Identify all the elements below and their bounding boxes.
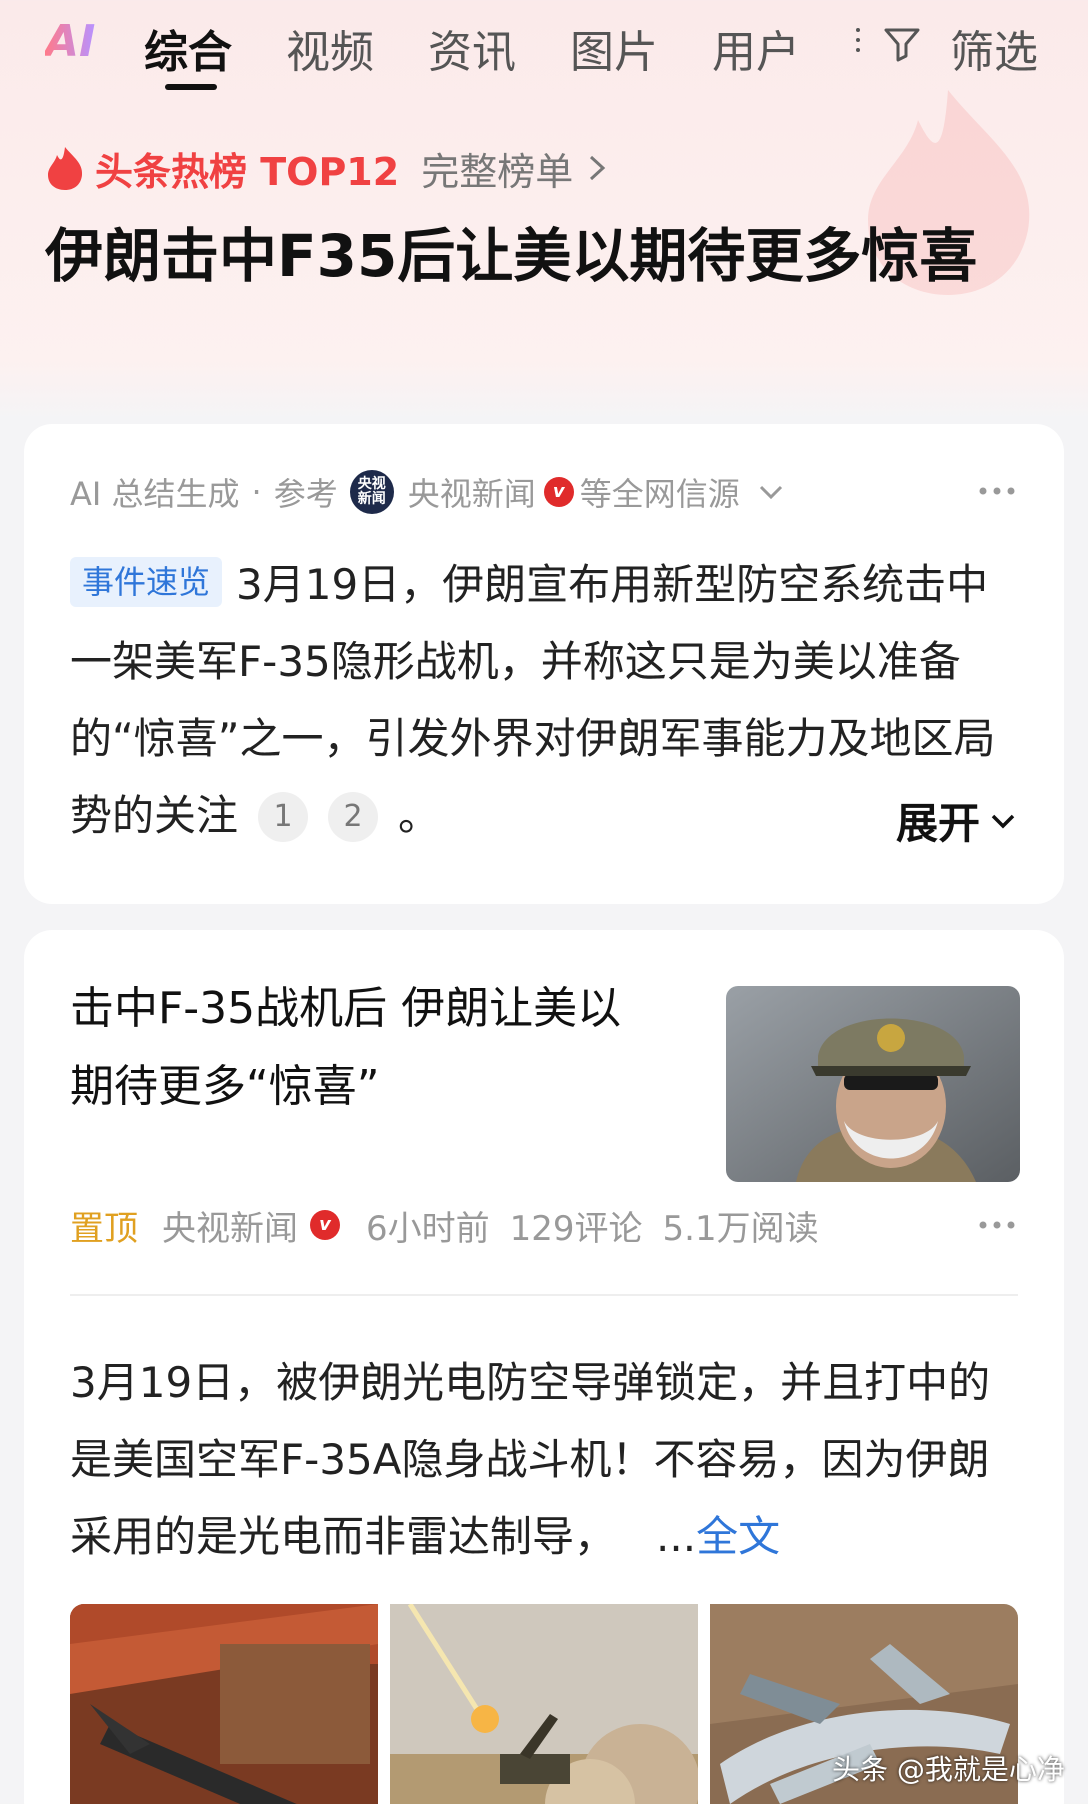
event-overview-tag: 事件速览 bbox=[70, 557, 223, 607]
article-photo-2[interactable] bbox=[390, 1604, 698, 1804]
reference-label: 参考 bbox=[273, 475, 338, 513]
article-time: 6小时前 bbox=[366, 1208, 490, 1249]
watermark: 头条 @我就是心净 bbox=[832, 1753, 1065, 1786]
filter-button[interactable]: 筛选 bbox=[950, 16, 1038, 80]
article-card[interactable]: 击中F-35战机后 伊朗让美以期待更多“惊喜” 置顶 央视新闻 v 6小时前 1… bbox=[24, 930, 1064, 1804]
article-title[interactable]: 击中F-35战机后 伊朗让美以期待更多“惊喜” bbox=[70, 970, 650, 1126]
hot-list-label: 头条热榜 TOP12 bbox=[95, 149, 400, 194]
chevron-right-icon bbox=[590, 155, 606, 181]
full-text-link[interactable]: 全文 bbox=[696, 1512, 780, 1561]
article-photo-1[interactable] bbox=[70, 1604, 378, 1804]
ai-generated-label: AI 总结生成 bbox=[70, 475, 240, 513]
tab-news[interactable]: 资讯 bbox=[428, 16, 516, 80]
ai-summary-meta: AI 总结生成 · 参考 央视 新闻 央视新闻 v 等全网信源 bbox=[70, 470, 784, 514]
ai-summary-card: AI 总结生成 · 参考 央视 新闻 央视新闻 v 等全网信源 事件速览 3月19日… bbox=[24, 424, 1064, 904]
missile-display-image bbox=[70, 1604, 378, 1804]
divider bbox=[70, 1294, 1018, 1296]
chevron-down-icon[interactable] bbox=[758, 483, 784, 501]
more-options-icon[interactable] bbox=[978, 486, 1016, 496]
article-body-text: 3月19日，被伊朗光电防空导弹锁定，并且打中的是美国空军F-35A隐身战斗机！不… bbox=[70, 1358, 991, 1561]
tab-users[interactable]: 用户 bbox=[712, 16, 800, 80]
summary-text: 事件速览 3月19日，伊朗宣布用新型防空系统击中一架美军F-35隐形战机，并称这只… bbox=[70, 546, 1030, 854]
chevron-down-icon bbox=[991, 814, 1015, 828]
article-source[interactable]: 央视新闻 bbox=[162, 1201, 298, 1250]
flame-icon bbox=[48, 147, 83, 190]
expand-label: 展开 bbox=[895, 799, 980, 848]
reference-badge-1[interactable]: 1 bbox=[258, 792, 309, 842]
body-ellipsis: ... bbox=[656, 1512, 697, 1561]
tab-video[interactable]: 视频 bbox=[286, 16, 374, 80]
verified-icon: v bbox=[310, 1210, 340, 1240]
source-suffix[interactable]: 等全网信源 bbox=[580, 469, 740, 515]
article-thumbnail[interactable] bbox=[726, 986, 1020, 1182]
reference-badge-2[interactable]: 2 bbox=[328, 792, 379, 842]
more-options-icon[interactable] bbox=[978, 1220, 1016, 1230]
general-portrait-image bbox=[726, 986, 1020, 1182]
active-tab-indicator bbox=[165, 84, 217, 90]
full-list-link[interactable]: 完整榜单 bbox=[421, 141, 573, 196]
cctv-news-logo: 央视 新闻 bbox=[349, 470, 394, 514]
filter-icon[interactable] bbox=[882, 24, 922, 64]
page-title: 伊朗击中F35后让美以期待更多惊喜 bbox=[45, 222, 978, 290]
tab-images[interactable]: 图片 bbox=[570, 16, 658, 80]
comment-count: 129评论 bbox=[509, 1208, 643, 1249]
tab-comprehensive[interactable]: 综合 bbox=[144, 16, 232, 80]
tab-overflow-indicator bbox=[856, 28, 860, 64]
article-body[interactable]: 3月19日，被伊朗光电防空导弹锁定，并且打中的是美国空军F-35A隐身战斗机！不… bbox=[70, 1344, 1030, 1575]
article-meta: 置顶 央视新闻 v 6小时前 129评论 5.1万阅读 bbox=[70, 1201, 819, 1250]
source-name[interactable]: 央视新闻 bbox=[408, 469, 536, 515]
verified-icon: v bbox=[543, 477, 574, 507]
pinned-tag: 置顶 bbox=[70, 1208, 138, 1249]
expand-button[interactable]: 展开 bbox=[896, 790, 1016, 851]
read-count: 5.1万阅读 bbox=[662, 1208, 819, 1249]
missile-launch-image bbox=[390, 1604, 698, 1804]
hot-list-row[interactable]: 头条热榜 TOP12 完整榜单 bbox=[45, 142, 607, 194]
summary-period: 。 bbox=[398, 791, 441, 840]
tab-ai[interactable]: AI bbox=[45, 16, 95, 67]
